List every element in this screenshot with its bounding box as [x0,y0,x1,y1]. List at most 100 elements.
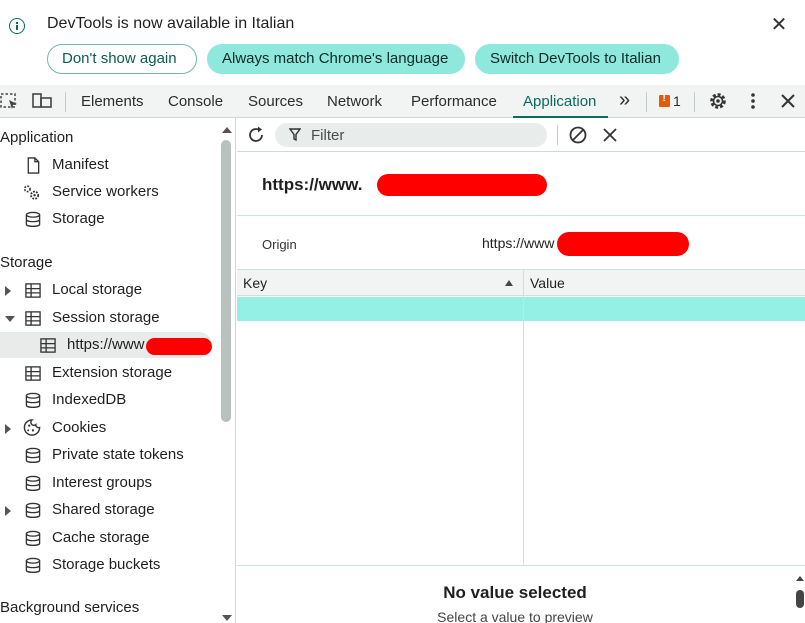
sidebar-item-label: Storage [52,210,105,227]
sidebar-item-label: Extension storage [52,364,173,381]
expand-arrow-icon[interactable] [5,506,11,516]
origin-label: Origin [262,237,297,252]
filter-input[interactable]: Filter [275,123,547,147]
info-icon [9,18,25,34]
sidebar-item-label: Shared storage [52,501,155,518]
toolbar-divider [694,92,695,112]
sidebar-item-storage[interactable]: Storage [0,206,218,232]
refresh-icon[interactable] [246,125,266,145]
issues-counter[interactable]: 1 [659,93,681,111]
tab-elements[interactable]: Elements [81,85,144,118]
sort-ascending-icon[interactable] [505,280,513,286]
sidebar-item-label: https://www [67,336,145,353]
value-preview: No value selected Select a value to prev… [237,566,805,623]
sidebar-item-local-storage[interactable]: Local storage [0,277,218,303]
tab-sources[interactable]: Sources [248,85,303,118]
redaction-mark [146,338,212,355]
section-title-storage: Storage [0,254,53,271]
table-icon [25,283,41,298]
table-icon [25,311,41,326]
sidebar-item-label: Service workers [52,183,159,200]
clear-all-icon[interactable] [568,125,588,145]
table-icon [25,366,41,381]
preview-scrollbar[interactable] [796,590,804,608]
language-infobar: DevTools is now available in Italian ✕ D… [0,0,805,85]
database-icon [25,530,41,547]
sidebar-item-manifest[interactable]: Manifest [0,152,218,178]
origin-value: https://www [482,235,555,251]
delete-selected-icon[interactable] [601,126,619,144]
tab-application[interactable]: Application [512,85,609,118]
preview-title: No value selected [443,583,587,602]
dont-show-again-button[interactable]: Don't show again [47,44,197,74]
sidebar-item-indexeddb[interactable]: IndexedDB [0,387,218,413]
sidebar-item-storage-buckets[interactable]: Storage buckets [0,552,218,578]
table-row[interactable] [237,297,805,321]
column-header-key[interactable]: Key [243,275,267,291]
gear-icon[interactable] [708,91,728,111]
filter-toolbar: Filter [237,118,805,152]
sidebar-item-label: IndexedDB [52,391,127,408]
column-header-value[interactable]: Value [530,275,565,291]
scroll-up-icon[interactable] [796,576,804,581]
storage-data-grid: Key Value [237,270,805,566]
application-sidebar: Application Manifest Service workers Sto… [0,118,236,623]
sidebar-item-label: Cache storage [52,529,150,546]
sidebar-item-label: Private state tokens [52,446,184,463]
section-title-background-services: Background services [0,599,140,616]
sidebar-item-label: Manifest [52,156,109,173]
origin-title: https://www. [262,175,363,194]
database-icon [25,447,41,464]
more-options-icon[interactable] [746,91,760,111]
filter-placeholder: Filter [311,127,345,144]
scroll-down-icon[interactable] [222,615,232,621]
devtools-toolbar: Elements Console Sources Network Perform… [0,85,805,118]
database-icon [25,557,41,574]
close-icon[interactable]: ✕ [770,14,788,36]
toolbar-divider [65,92,66,112]
sidebar-item-session-storage[interactable]: Session storage [0,305,218,331]
storage-main-pane: Filter https://www. Origin https://www K… [237,118,805,623]
switch-devtools-italian-button[interactable]: Switch DevTools to Italian [475,44,679,74]
preview-subtitle: Select a value to preview [437,609,593,623]
column-divider[interactable] [523,270,524,566]
issues-count: 1 [673,93,681,109]
sidebar-item-service-workers[interactable]: Service workers [0,179,218,205]
sidebar-item-label: Session storage [52,309,160,326]
gears-icon [23,185,40,200]
document-icon [27,157,40,174]
grid-header: Key Value [237,270,805,296]
more-tabs-icon[interactable]: » [619,85,630,118]
device-toolbar-icon[interactable] [31,91,53,111]
sidebar-item-cache-storage[interactable]: Cache storage [0,525,218,551]
sidebar-item-label: Local storage [52,281,143,298]
inspect-element-icon[interactable] [0,91,18,111]
expand-arrow-icon[interactable] [5,424,11,434]
sidebar-item-label: Storage buckets [52,556,161,573]
origin-row: Origin https://www [237,216,805,270]
sidebar-item-private-state-tokens[interactable]: Private state tokens [0,442,218,468]
always-match-language-button[interactable]: Always match Chrome's language [207,44,465,74]
scroll-up-icon[interactable] [222,127,232,133]
issue-flag-icon [659,93,670,107]
sidebar-item-session-origin[interactable]: https://www [0,332,212,358]
sidebar-item-extension-storage[interactable]: Extension storage [0,360,218,386]
sidebar-scrollbar[interactable] [221,140,231,422]
sidebar-item-shared-storage[interactable]: Shared storage [0,497,218,523]
toolbar-divider [646,92,647,112]
close-devtools-icon[interactable] [779,91,797,111]
redaction-mark [377,174,547,196]
collapse-arrow-icon[interactable] [5,316,15,322]
tab-console[interactable]: Console [168,85,223,118]
database-icon [25,392,41,409]
filter-divider [557,125,558,145]
tab-performance[interactable]: Performance [411,85,497,118]
origin-header: https://www. [237,152,805,216]
sidebar-item-cookies[interactable]: Cookies [0,415,218,441]
tab-network[interactable]: Network [327,85,382,118]
database-icon [25,502,41,519]
expand-arrow-icon[interactable] [5,286,11,296]
sidebar-item-label: Interest groups [52,474,153,491]
sidebar-item-interest-groups[interactable]: Interest groups [0,470,218,496]
infobar-message: DevTools is now available in Italian [47,15,295,32]
